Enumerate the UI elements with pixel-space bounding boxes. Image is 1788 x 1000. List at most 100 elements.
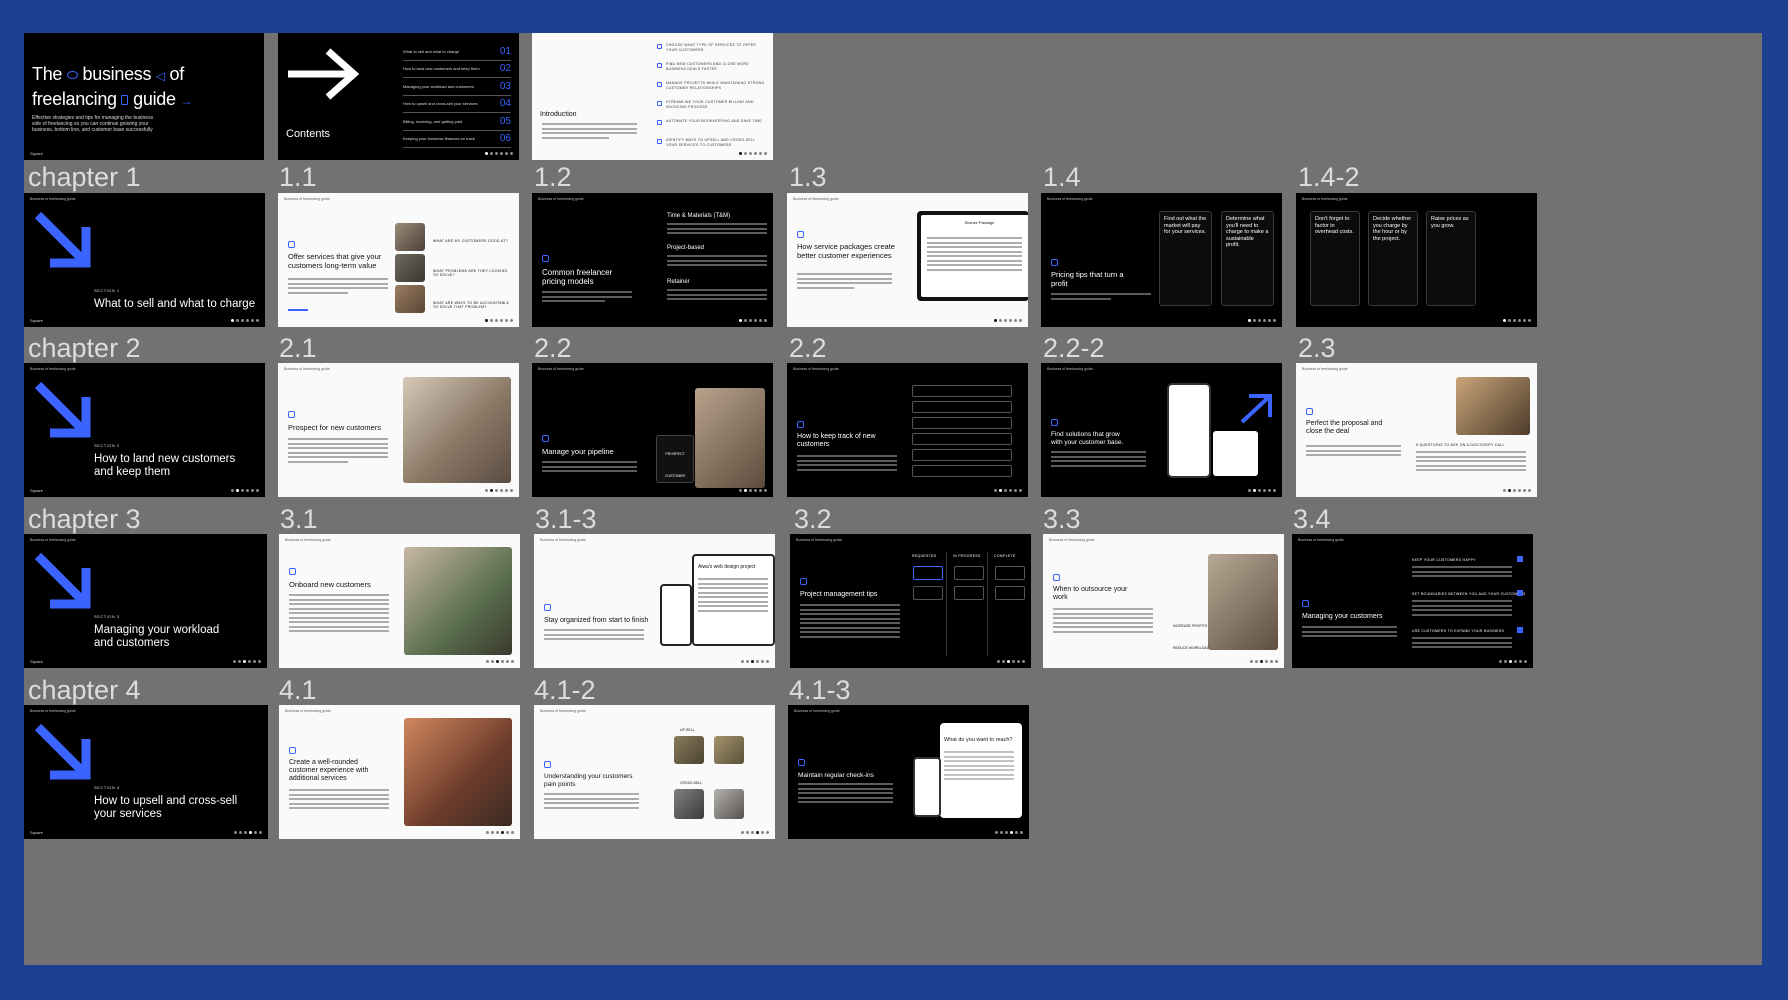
slide-3-1[interactable]: Business of freelancing guide Onboard ne… — [279, 534, 520, 668]
slide-3-3[interactable]: Business of freelancing guide When to ou… — [1043, 534, 1284, 668]
section-label: SECTION 3 — [94, 614, 120, 619]
slide-header: Business of freelancing guide — [285, 538, 331, 542]
shapes-icon — [544, 761, 551, 768]
point-3: USE CUSTOMERS TO EXPAND YOUR BUSINESS — [1412, 629, 1505, 633]
cover-word3: guide — [133, 89, 176, 109]
contents-item[interactable]: Managing your workload and customers 03 — [403, 78, 511, 96]
slide-cover[interactable]: The business ◁ of freelancing guide → Ef… — [24, 33, 264, 160]
question-3: WHAT ARE WAYS TO BE ACCOUNTABLE TO SOLVE… — [433, 301, 510, 309]
list-bullet-icon — [657, 63, 662, 68]
slide-title: How to keep track of new customers — [797, 433, 876, 448]
tag-icon — [1051, 259, 1058, 266]
slide-title: Perfect the proposal and close the deal — [1306, 420, 1383, 435]
slide-title: Maintain regular check-ins — [798, 772, 874, 779]
slide-title: When to outsource your work — [1053, 586, 1128, 601]
slide-1-4[interactable]: Business of freelancing guide Pricing ti… — [1041, 193, 1282, 327]
slide-2-2[interactable]: Business of freelancing guide Manage you… — [532, 363, 773, 497]
slide-1-2[interactable]: Business of freelancing guide Common fre… — [532, 193, 773, 327]
tablet-mockup: What do you want to reach? — [940, 723, 1022, 818]
contents-item[interactable]: Billing, invoicing, and getting paid 05 — [403, 113, 511, 131]
contents-item[interactable]: How to land new customers and keep them 0… — [403, 61, 511, 78]
pen-icon — [1306, 408, 1313, 415]
contents-item[interactable]: Keeping your business finances on track 0… — [403, 131, 511, 148]
intro-list-item: MANAGE PROJECTS WHILE MAINTAINING STRONG… — [657, 81, 767, 100]
checkbox-icon — [1517, 556, 1523, 562]
row-label-chapter4: chapter 4 — [28, 675, 141, 705]
pricing-model-2: Project-based — [667, 245, 705, 251]
slide-header: Business of freelancing guide — [1302, 367, 1348, 371]
slide-header: Business of freelancing guide — [284, 197, 330, 201]
section-label: SECTION 1 — [94, 288, 120, 293]
slide-label: 1.4 — [1043, 162, 1081, 192]
slide-2-2b[interactable]: Business of freelancing guide How to kee… — [787, 363, 1028, 497]
phone-mockup — [660, 584, 692, 646]
pricing-model-1: Time & Materials (T&M) — [667, 213, 731, 219]
slide-label: 2.2 — [789, 333, 827, 363]
slide-title: How service packages create better custo… — [797, 242, 895, 260]
slide-label: 3.4 — [1293, 504, 1331, 534]
slide-title: Common freelancer pricing models — [542, 268, 613, 286]
kanban-board: REQUESTED IN PROGRESS COMPLETE — [910, 552, 1028, 656]
intro-body — [542, 123, 637, 141]
slide-label: 2.3 — [1298, 333, 1336, 363]
list-bullet-icon — [657, 101, 662, 106]
slide-1-4-2[interactable]: Business of freelancing guide Don't forg… — [1296, 193, 1537, 327]
cart-icon — [288, 241, 295, 248]
slide-header: Business of freelancing guide — [30, 367, 76, 371]
intro-list-item: CHOOSE WHAT TYPE OF SERVICES TO OFFER YO… — [657, 43, 767, 62]
photo-team — [395, 223, 425, 251]
slide-3-2[interactable]: Business of freelancing guide Project ma… — [790, 534, 1031, 668]
section-title: How to upsell and cross-sell your service… — [94, 795, 238, 820]
slide-2-2-2[interactable]: Business of freelancing guide Find solut… — [1041, 363, 1282, 497]
row-label-chapter1: chapter 1 — [28, 162, 141, 192]
point-1: KEEP YOUR CUSTOMERS HAPPY — [1412, 558, 1476, 562]
slide-label: 2.2 — [534, 333, 572, 363]
slide-title: Prospect for new customers — [288, 423, 381, 432]
slide-1-1[interactable]: Business of freelancing guide Offer serv… — [278, 193, 519, 327]
section-title: Managing your workload and customers — [94, 624, 220, 649]
chart-icon — [797, 421, 804, 428]
slide-label: 4.1-3 — [789, 675, 851, 705]
brand-logo: Square — [30, 488, 43, 493]
slide-4-1[interactable]: Business of freelancing guide Create a w… — [279, 705, 520, 839]
slide-header: Business of freelancing guide — [1049, 538, 1095, 542]
slide-section-1[interactable]: Business of freelancing guide SECTION 1 … — [24, 193, 265, 327]
checkbox-icon — [1517, 627, 1523, 633]
photo-studio — [1208, 554, 1278, 650]
slide-introduction[interactable]: Introduction CHOOSE WHAT TYPE OF SERVICE… — [532, 33, 773, 160]
slide-3-4[interactable]: Business of freelancing guide Managing y… — [1292, 534, 1533, 668]
slide-1-3[interactable]: Business of freelancing guide How servic… — [787, 193, 1028, 327]
slide-2-1[interactable]: Business of freelancing guide Prospect f… — [278, 363, 519, 497]
section-title: How to land new customers and keep them — [94, 453, 236, 478]
question-1: WHAT ARE MY CUSTOMERS GOOD AT? — [433, 239, 508, 243]
slide-section-2[interactable]: Business of freelancing guide SECTION 2 … — [24, 363, 265, 497]
slide-title: Stay organized from start to finish — [544, 617, 649, 624]
contents-item[interactable]: What to sell and what to charge 01 — [403, 43, 511, 61]
slide-section-3[interactable]: Business of freelancing guide SECTION 3 … — [24, 534, 267, 668]
discovery-questions: 5 QUESTIONS TO ASK ON A DISCOVERY CALL — [1416, 443, 1505, 447]
contact-form — [912, 385, 1012, 481]
intro-list-item: STREAMLINE YOUR CUSTOMER BILLING AND INV… — [657, 100, 767, 119]
arrow-up-right-icon — [1240, 394, 1272, 424]
slide-contents[interactable]: Contents What to sell and what to charge… — [278, 33, 519, 160]
slide-header: Business of freelancing guide — [284, 367, 330, 371]
slide-4-1-2[interactable]: Business of freelancing guide Understand… — [534, 705, 775, 839]
people-icon — [1302, 600, 1309, 607]
tip-card-3: Don't forget to factor in overhead costs… — [1310, 211, 1360, 306]
brand-logo: Square — [30, 659, 43, 664]
contents-item[interactable]: How to upsell and cross-sell your servic… — [403, 96, 511, 113]
photo-meeting — [403, 377, 511, 483]
list-bullet-icon — [657, 82, 662, 87]
slide-title: Managing your customers — [1302, 613, 1383, 620]
slide-section-4[interactable]: Business of freelancing guide SECTION 4 … — [24, 705, 268, 839]
cover-line1: The — [32, 64, 63, 84]
slide-label: 1.3 — [789, 162, 827, 192]
arrow-down-right-icon — [34, 381, 91, 438]
intro-list: CHOOSE WHAT TYPE OF SERVICES TO OFFER YO… — [657, 43, 767, 157]
slide-3-1-3[interactable]: Business of freelancing guide Stay organ… — [534, 534, 775, 668]
slide-4-1-3[interactable]: Business of freelancing guide Maintain r… — [788, 705, 1029, 839]
phone-mockup — [913, 757, 941, 817]
slide-2-3[interactable]: Business of freelancing guide Perfect th… — [1296, 363, 1537, 497]
pipeline-card: PROSPECT CUSTOMER — [656, 435, 694, 483]
slide-label: 2.2-2 — [1043, 333, 1105, 363]
